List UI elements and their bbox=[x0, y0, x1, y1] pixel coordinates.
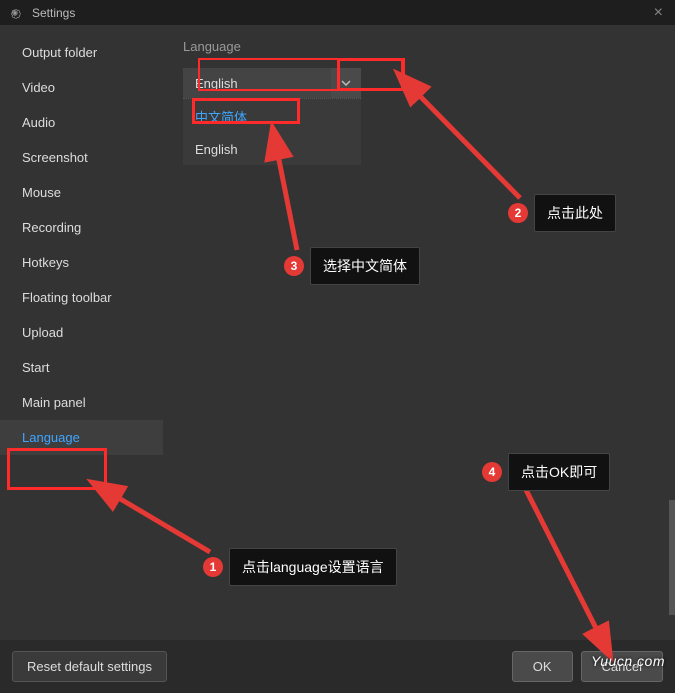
reset-default-button[interactable]: Reset default settings bbox=[12, 651, 167, 682]
sidebar-item-audio[interactable]: Audio bbox=[0, 105, 163, 140]
sidebar-item-upload[interactable]: Upload bbox=[0, 315, 163, 350]
sidebar-item-language[interactable]: Language bbox=[0, 420, 163, 455]
language-dropdown[interactable]: English bbox=[183, 68, 361, 98]
sidebar: Output folder Video Audio Screenshot Mou… bbox=[0, 25, 163, 640]
dropdown-options: 中文简体 English bbox=[183, 98, 361, 165]
sidebar-item-output-folder[interactable]: Output folder bbox=[0, 35, 163, 70]
option-english[interactable]: English bbox=[183, 134, 361, 165]
sidebar-item-recording[interactable]: Recording bbox=[0, 210, 163, 245]
window-title: Settings bbox=[32, 6, 75, 20]
sidebar-item-mouse[interactable]: Mouse bbox=[0, 175, 163, 210]
section-label-language: Language bbox=[183, 39, 655, 54]
watermark: Yuucn.com bbox=[591, 653, 665, 669]
titlebar: Settings × bbox=[0, 0, 675, 25]
close-icon[interactable]: × bbox=[650, 4, 667, 22]
footer: Reset default settings OK Cancel bbox=[0, 640, 675, 693]
sidebar-item-main-panel[interactable]: Main panel bbox=[0, 385, 163, 420]
gear-icon bbox=[8, 6, 22, 20]
content-area: Language English 中文简体 English bbox=[163, 25, 675, 640]
sidebar-item-hotkeys[interactable]: Hotkeys bbox=[0, 245, 163, 280]
ok-button[interactable]: OK bbox=[512, 651, 573, 682]
scrollbar[interactable] bbox=[669, 500, 675, 615]
sidebar-item-floating-toolbar[interactable]: Floating toolbar bbox=[0, 280, 163, 315]
sidebar-item-start[interactable]: Start bbox=[0, 350, 163, 385]
sidebar-item-video[interactable]: Video bbox=[0, 70, 163, 105]
sidebar-item-screenshot[interactable]: Screenshot bbox=[0, 140, 163, 175]
chevron-down-icon[interactable] bbox=[331, 68, 361, 98]
option-chinese-simplified[interactable]: 中文简体 bbox=[183, 99, 361, 134]
dropdown-value: English bbox=[183, 76, 331, 91]
